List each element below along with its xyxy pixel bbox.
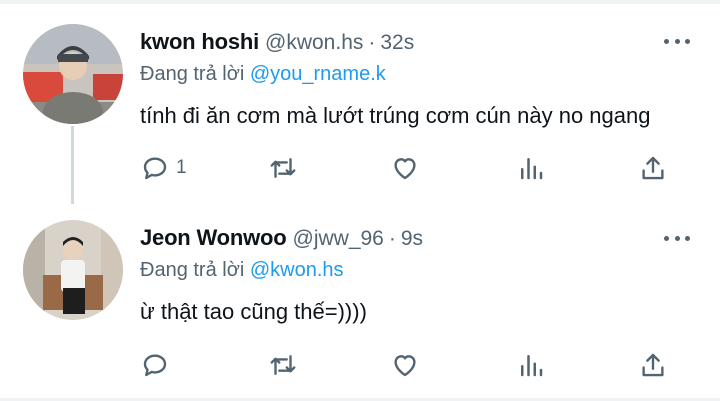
replying-prefix: Đang trả lời (140, 259, 245, 281)
more-icon[interactable] (664, 233, 690, 243)
replying-prefix: Đang trả lời (140, 63, 245, 85)
separator: · (368, 31, 376, 54)
reply-count: 1 (176, 157, 187, 178)
tweet-text: ừ thật tao cũng thế=)))) (140, 299, 367, 324)
separator: · (388, 227, 396, 250)
reply-button[interactable]: 1 (140, 152, 187, 184)
avatar[interactable] (23, 24, 123, 124)
share-icon (642, 353, 664, 377)
like-button[interactable] (390, 152, 426, 184)
avatar[interactable] (23, 220, 123, 320)
reply-icon (143, 354, 167, 377)
user-handle[interactable]: @jww_96 (293, 227, 384, 251)
like-icon (394, 158, 416, 180)
more-icon[interactable] (664, 36, 690, 46)
retweet-button[interactable] (268, 349, 304, 381)
replying-to: Đang trả lời @kwon.hs (140, 259, 344, 282)
tweet-text: tính đi ăn cơm mà lướt trúng cơm cún này… (140, 103, 651, 128)
action-bar: 1 (140, 152, 670, 184)
tweet-header: kwon hoshi @kwon.hs · 32s (140, 29, 680, 57)
display-name[interactable]: Jeon Wonwoo (140, 225, 287, 251)
retweet-icon (270, 158, 296, 178)
share-icon (642, 156, 664, 180)
retweet-button[interactable] (268, 152, 304, 184)
replying-to: Đang trả lời @you_rname.k (140, 63, 386, 86)
tweet[interactable]: Jeon Wonwoo @jww_96 · 9s Đang trả lời @k… (0, 199, 720, 401)
views-button[interactable] (516, 349, 546, 381)
mention-link[interactable]: @you_rname.k (250, 63, 386, 85)
like-icon (394, 355, 416, 377)
display-name[interactable]: kwon hoshi (140, 29, 259, 55)
timestamp[interactable]: 32s (380, 31, 414, 55)
reply-button[interactable] (140, 349, 176, 381)
thread-line (71, 126, 74, 204)
action-bar (140, 349, 670, 381)
tweet-header: Jeon Wonwoo @jww_96 · 9s (140, 225, 680, 253)
views-icon (521, 355, 543, 377)
views-icon (521, 158, 543, 180)
user-handle[interactable]: @kwon.hs (265, 31, 363, 55)
reply-icon (143, 157, 167, 180)
tweet[interactable]: kwon hoshi @kwon.hs · 32s Đang trả lời @… (0, 0, 720, 204)
like-button[interactable] (390, 349, 426, 381)
share-button[interactable] (638, 152, 668, 184)
share-button[interactable] (638, 349, 668, 381)
mention-link[interactable]: @kwon.hs (250, 259, 344, 281)
retweet-icon (270, 355, 296, 375)
views-button[interactable] (516, 152, 546, 184)
timestamp[interactable]: 9s (401, 227, 423, 251)
